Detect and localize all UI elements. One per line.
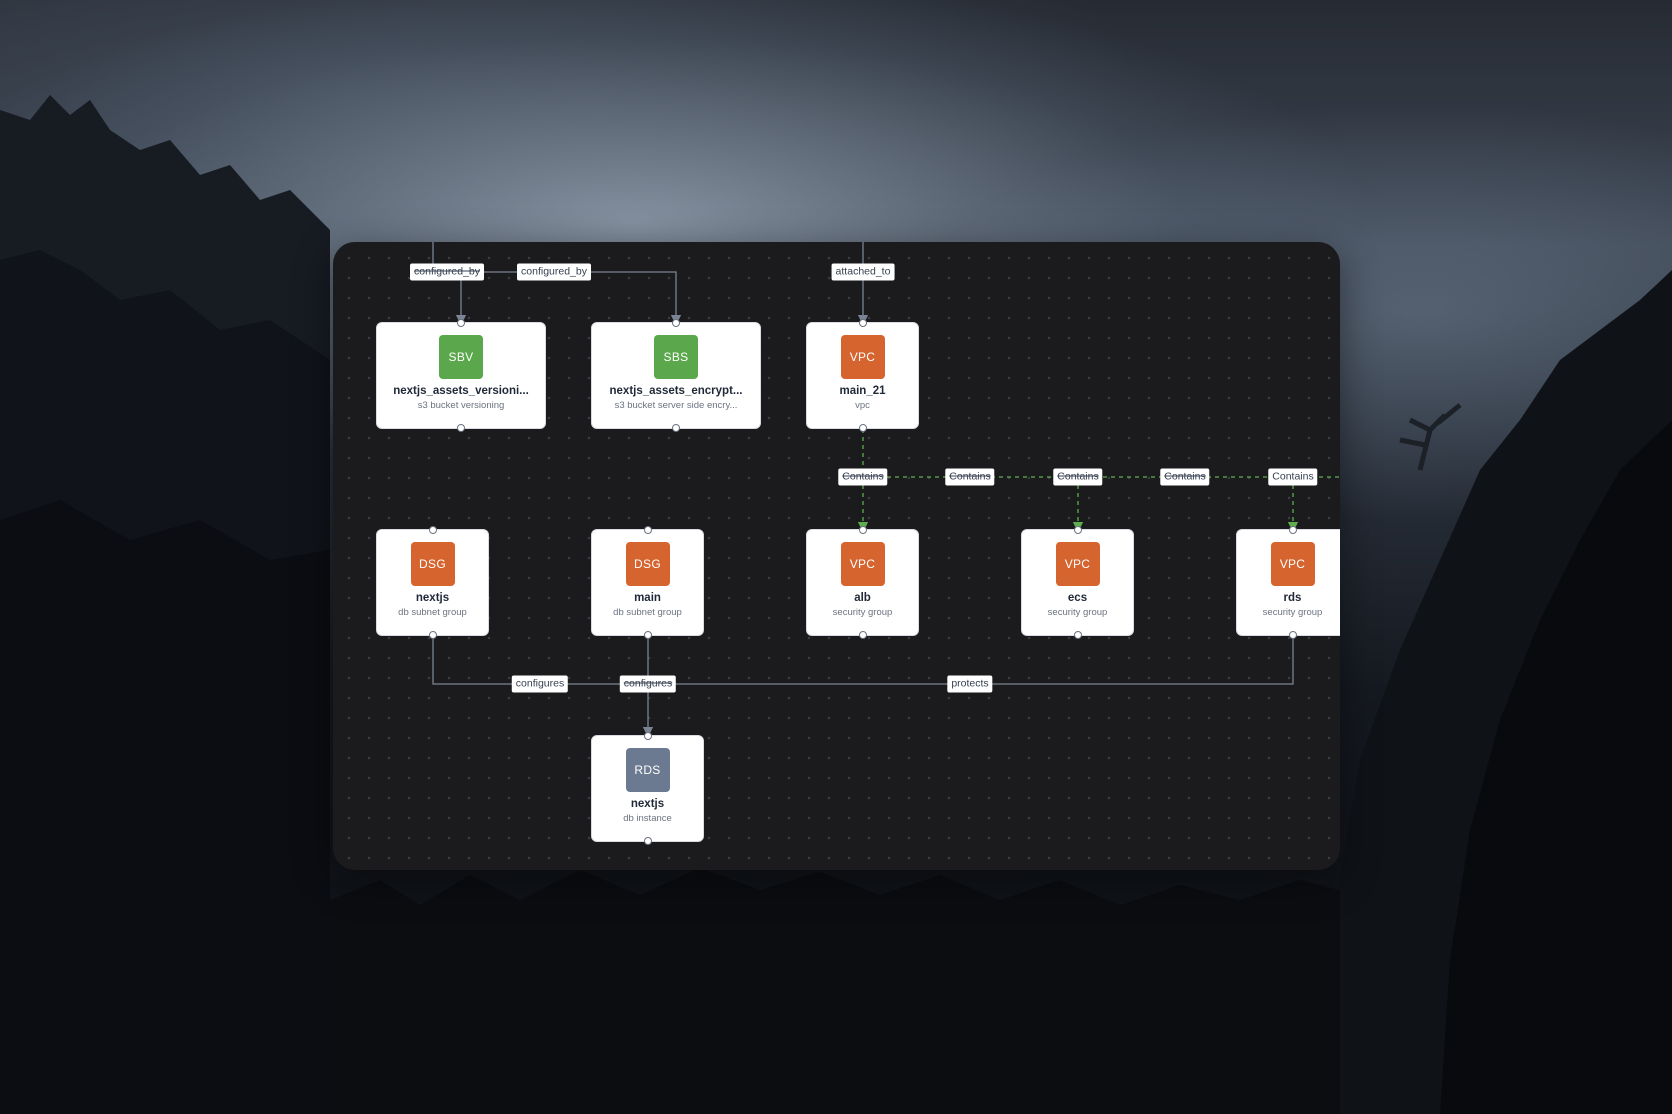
edge-label-contains-3[interactable]: Contains bbox=[1053, 468, 1103, 486]
node-db-subnet-nextjs[interactable]: DSG nextjs db subnet group bbox=[376, 526, 489, 639]
vpc-badge-icon: VPC bbox=[1055, 542, 1100, 586]
node-port-top[interactable] bbox=[457, 319, 465, 327]
edge-label-configures-2[interactable]: configures bbox=[619, 675, 677, 693]
node-title: nextjs_assets_encrypt... bbox=[609, 385, 743, 397]
edge-label-contains-4[interactable]: Contains bbox=[1160, 468, 1210, 486]
node-port-top[interactable] bbox=[643, 732, 652, 740]
edge-label-configures-1[interactable]: configures bbox=[511, 675, 569, 693]
node-title: main_21 bbox=[839, 385, 886, 397]
node-s3-bucket-encryption[interactable]: SBS nextjs_assets_encrypt... s3 bucket s… bbox=[591, 319, 761, 432]
node-subtitle: s3 bucket versioning bbox=[417, 400, 505, 411]
node-db-subnet-main[interactable]: DSG main db subnet group bbox=[591, 526, 704, 639]
edge-label-configured-by-2[interactable]: configured_by bbox=[517, 263, 591, 281]
node-subtitle: security group bbox=[1262, 607, 1323, 618]
node-subtitle: security group bbox=[1047, 607, 1108, 618]
node-title: main bbox=[634, 592, 661, 604]
node-port-top[interactable] bbox=[1073, 526, 1082, 534]
node-title: alb bbox=[854, 592, 871, 604]
node-title: nextjs bbox=[415, 592, 450, 604]
node-port-bottom[interactable] bbox=[643, 631, 652, 639]
edge-label-contains-5[interactable]: Contains bbox=[1268, 468, 1318, 486]
node-port-bottom[interactable] bbox=[1073, 631, 1082, 639]
node-security-group-rds[interactable]: VPC rds security group bbox=[1236, 526, 1340, 639]
node-subtitle: db subnet group bbox=[398, 607, 467, 618]
node-port-top[interactable] bbox=[1288, 526, 1297, 534]
node-port-bottom[interactable] bbox=[457, 424, 465, 432]
node-security-group-ecs[interactable]: VPC ecs security group bbox=[1021, 526, 1134, 639]
node-subtitle: vpc bbox=[855, 400, 870, 411]
edge-label-contains-1[interactable]: Contains bbox=[838, 468, 888, 486]
node-title: rds bbox=[1283, 592, 1302, 604]
vpc-badge-icon: VPC bbox=[1270, 542, 1315, 586]
edge-label-attached-to[interactable]: attached_to bbox=[831, 263, 895, 281]
node-title: ecs bbox=[1067, 592, 1088, 604]
node-port-bottom[interactable] bbox=[672, 424, 680, 432]
node-port-top[interactable] bbox=[858, 526, 867, 534]
node-subtitle: s3 bucket server side encry... bbox=[614, 400, 738, 411]
node-port-bottom[interactable] bbox=[858, 424, 867, 432]
dsg-badge-icon: DSG bbox=[410, 542, 455, 586]
node-db-instance-nextjs[interactable]: RDS nextjs db instance bbox=[591, 732, 704, 845]
node-port-bottom[interactable] bbox=[1288, 631, 1297, 639]
vpc-badge-icon: VPC bbox=[840, 335, 885, 379]
node-security-group-alb[interactable]: VPC alb security group bbox=[806, 526, 919, 639]
edge-label-protects[interactable]: protects bbox=[947, 675, 993, 693]
node-port-bottom[interactable] bbox=[858, 631, 867, 639]
diagram-canvas[interactable]: configured_by configured_by attached_to … bbox=[333, 242, 1340, 870]
edge-label-contains-2[interactable]: Contains bbox=[945, 468, 995, 486]
edge-configured-by-sbv bbox=[432, 242, 467, 326]
node-s3-bucket-versioning[interactable]: SBV nextjs_assets_versioni... s3 bucket … bbox=[376, 319, 546, 432]
node-port-bottom[interactable] bbox=[428, 631, 437, 639]
node-port-top[interactable] bbox=[858, 319, 867, 327]
node-port-top[interactable] bbox=[428, 526, 437, 534]
dsg-badge-icon: DSG bbox=[625, 542, 670, 586]
node-port-bottom[interactable] bbox=[643, 837, 652, 845]
sbv-badge-icon: SBV bbox=[439, 335, 483, 379]
sbs-badge-icon: SBS bbox=[654, 335, 698, 379]
rds-badge-icon: RDS bbox=[625, 748, 670, 792]
node-port-top[interactable] bbox=[643, 526, 652, 534]
node-subtitle: db subnet group bbox=[613, 607, 682, 618]
node-subtitle: security group bbox=[832, 607, 893, 618]
edge-label-configured-by-1[interactable]: configured_by bbox=[410, 263, 484, 281]
node-title: nextjs_assets_versioni... bbox=[393, 385, 529, 397]
node-port-top[interactable] bbox=[672, 319, 680, 327]
node-subtitle: db instance bbox=[623, 813, 672, 824]
vpc-badge-icon: VPC bbox=[840, 542, 885, 586]
node-vpc-main[interactable]: VPC main_21 vpc bbox=[806, 319, 919, 432]
node-title: nextjs bbox=[630, 798, 665, 810]
